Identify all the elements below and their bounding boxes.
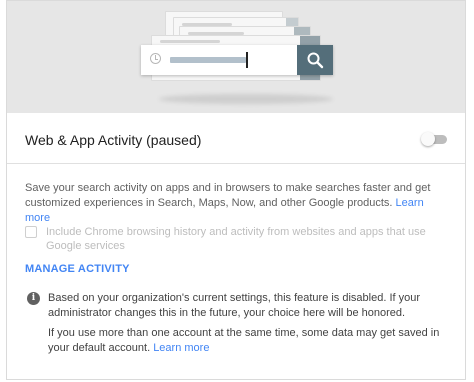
multi-account-notice: If you use more than one account at the … [48,326,440,356]
text-cursor [246,52,248,68]
web-app-activity-row: Web & App Activity (paused) [7,113,465,163]
search-icon [307,52,324,69]
admin-notice-text: Based on your organization's current set… [48,292,421,319]
manage-activity-link[interactable]: MANAGE ACTIVITY [25,263,130,275]
learn-more-link-2[interactable]: Learn more [153,342,209,354]
divider [7,163,465,164]
header-illustration [7,1,465,113]
multi-account-text: If you use more than one account at the … [48,327,440,354]
web-app-activity-toggle[interactable] [421,132,449,146]
search-query-placeholder-bar [170,57,246,63]
illustration-shadow [159,94,333,104]
activity-description: Save your search activity on apps and in… [25,181,435,226]
toggle-thumb [421,132,435,146]
info-icon: i [27,292,40,305]
chrome-history-checkbox[interactable] [25,226,37,238]
illustration-search-box [141,45,333,75]
activity-settings-card: Web & App Activity (paused) Save your se… [6,0,466,380]
setting-title: Web & App Activity (paused) [25,132,202,148]
chrome-history-label: Include Chrome browsing history and acti… [46,226,426,252]
clock-icon [150,53,161,64]
search-button [297,45,333,75]
description-text: Save your search activity on apps and in… [25,182,431,209]
